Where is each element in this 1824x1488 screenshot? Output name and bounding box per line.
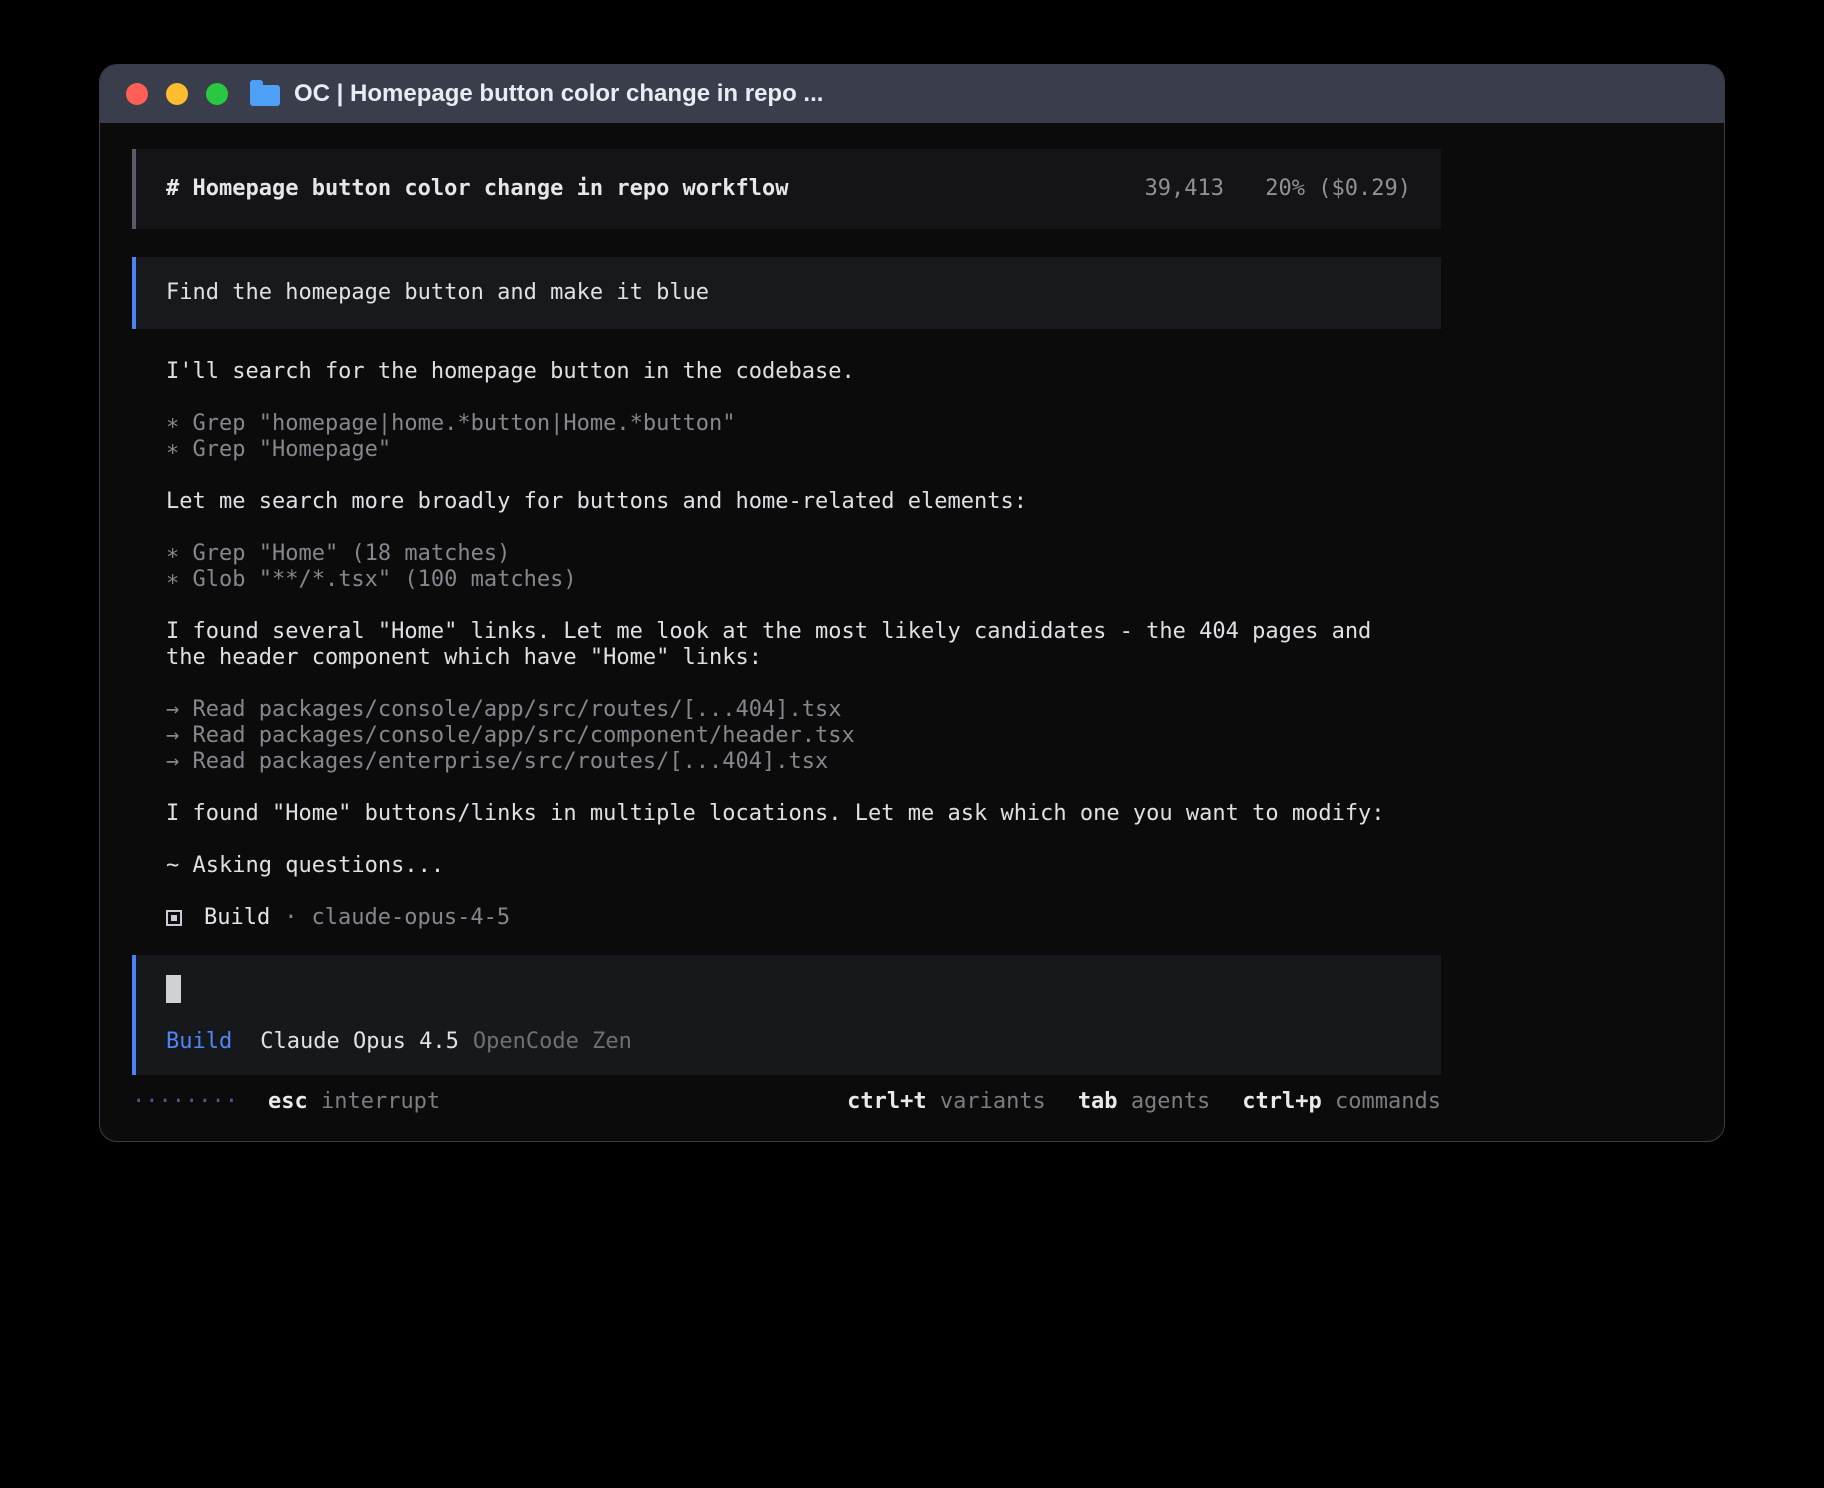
tool-call-text: Read packages/console/app/src/component/…	[179, 723, 855, 748]
tool-asterisk-icon: ∗	[166, 437, 179, 462]
read-arrow-icon: →	[166, 749, 179, 774]
assistant-text: I'll search for the homepage button in t…	[166, 359, 1407, 385]
tool-call-line: → Read packages/console/app/src/routes/[…	[166, 697, 1441, 723]
hint-commands: ctrl+p commands	[1242, 1089, 1441, 1115]
provider-name: OpenCode Zen	[473, 1029, 632, 1055]
agent-name: Build	[204, 905, 270, 931]
tool-call-text: Grep "Homepage"	[179, 437, 391, 462]
read-arrow-icon: →	[166, 697, 179, 722]
tool-call-line: ∗ Grep "Home" (18 matches)	[166, 541, 1441, 567]
agent-status-line: Build · claude-opus-4-5	[132, 905, 1441, 931]
session-stats: 39,413 20% ($0.29)	[1145, 176, 1411, 202]
read-arrow-icon: →	[166, 723, 179, 748]
assistant-text: Let me search more broadly for buttons a…	[166, 489, 1407, 515]
tool-call-line: → Read packages/enterprise/src/routes/[.…	[166, 749, 1441, 775]
terminal-window: OC | Homepage button color change in rep…	[99, 64, 1725, 1142]
model-name: Claude Opus 4.5	[260, 1029, 459, 1055]
tool-call-group: ∗ Grep "homepage|home.*button|Home.*butt…	[166, 411, 1441, 463]
assistant-text: ~ Asking questions...	[166, 853, 1407, 879]
user-message: Find the homepage button and make it blu…	[132, 257, 1441, 329]
assistant-text: I found "Home" buttons/links in multiple…	[166, 801, 1407, 827]
agent-build-icon	[166, 910, 182, 926]
tool-asterisk-icon: ∗	[166, 567, 179, 592]
minimize-window-button[interactable]	[166, 83, 188, 105]
input-cursor	[166, 975, 181, 1003]
tool-call-line: ∗ Grep "homepage|home.*button|Home.*butt…	[166, 411, 1441, 437]
tool-call-text: Read packages/console/app/src/routes/[..…	[179, 697, 841, 722]
tool-asterisk-icon: ∗	[166, 541, 179, 566]
agent-model: claude-opus-4-5	[311, 905, 510, 931]
tool-asterisk-icon: ∗	[166, 411, 179, 436]
tool-call-text: Glob "**/*.tsx" (100 matches)	[179, 567, 576, 592]
hint-interrupt: esc interrupt	[268, 1089, 440, 1115]
tool-call-line: → Read packages/console/app/src/componen…	[166, 723, 1441, 749]
transcript: I'll search for the homepage button in t…	[132, 359, 1441, 879]
tool-call-text: Grep "Home" (18 matches)	[179, 541, 510, 566]
window-titlebar[interactable]: OC | Homepage button color change in rep…	[100, 65, 1724, 123]
agent-separator: ·	[284, 905, 297, 931]
tool-call-text: Read packages/enterprise/src/routes/[...…	[179, 749, 828, 774]
tool-call-group: ∗ Grep "Home" (18 matches)∗ Glob "**/*.t…	[166, 541, 1441, 593]
window-title: OC | Homepage button color change in rep…	[294, 80, 823, 108]
tool-call-line: ∗ Glob "**/*.tsx" (100 matches)	[166, 567, 1441, 593]
mode-label[interactable]: Build	[166, 1029, 232, 1055]
session-title: # Homepage button color change in repo w…	[166, 176, 789, 202]
user-message-text: Find the homepage button and make it blu…	[166, 280, 709, 306]
zoom-window-button[interactable]	[206, 83, 228, 105]
close-window-button[interactable]	[126, 83, 148, 105]
input-model-line: Build Claude Opus 4.5 OpenCode Zen	[166, 1029, 1411, 1055]
terminal-content: # Homepage button color change in repo w…	[100, 123, 1441, 1141]
tool-call-line: ∗ Grep "Homepage"	[166, 437, 1441, 463]
status-bar: ········ esc interrupt ctrl+t variants t…	[132, 1089, 1441, 1115]
titlebar-title-group: OC | Homepage button color change in rep…	[250, 80, 823, 108]
token-count: 39,413	[1145, 176, 1224, 201]
tool-call-text: Grep "homepage|home.*button|Home.*button…	[179, 411, 735, 436]
hint-variants: ctrl+t variants	[847, 1089, 1046, 1115]
status-hints-right: ctrl+t variants tab agents ctrl+p comman…	[847, 1089, 1441, 1115]
spinner-dots: ········	[132, 1089, 238, 1115]
usage-cost: 20% ($0.29)	[1265, 176, 1411, 201]
session-header: # Homepage button color change in repo w…	[132, 149, 1441, 229]
input-area[interactable]: Build Claude Opus 4.5 OpenCode Zen	[132, 955, 1441, 1075]
window-controls	[126, 83, 228, 105]
tool-call-group: → Read packages/console/app/src/routes/[…	[166, 697, 1441, 775]
hint-agents: tab agents	[1078, 1089, 1210, 1115]
assistant-text: I found several "Home" links. Let me loo…	[166, 619, 1407, 671]
folder-icon	[250, 85, 280, 106]
